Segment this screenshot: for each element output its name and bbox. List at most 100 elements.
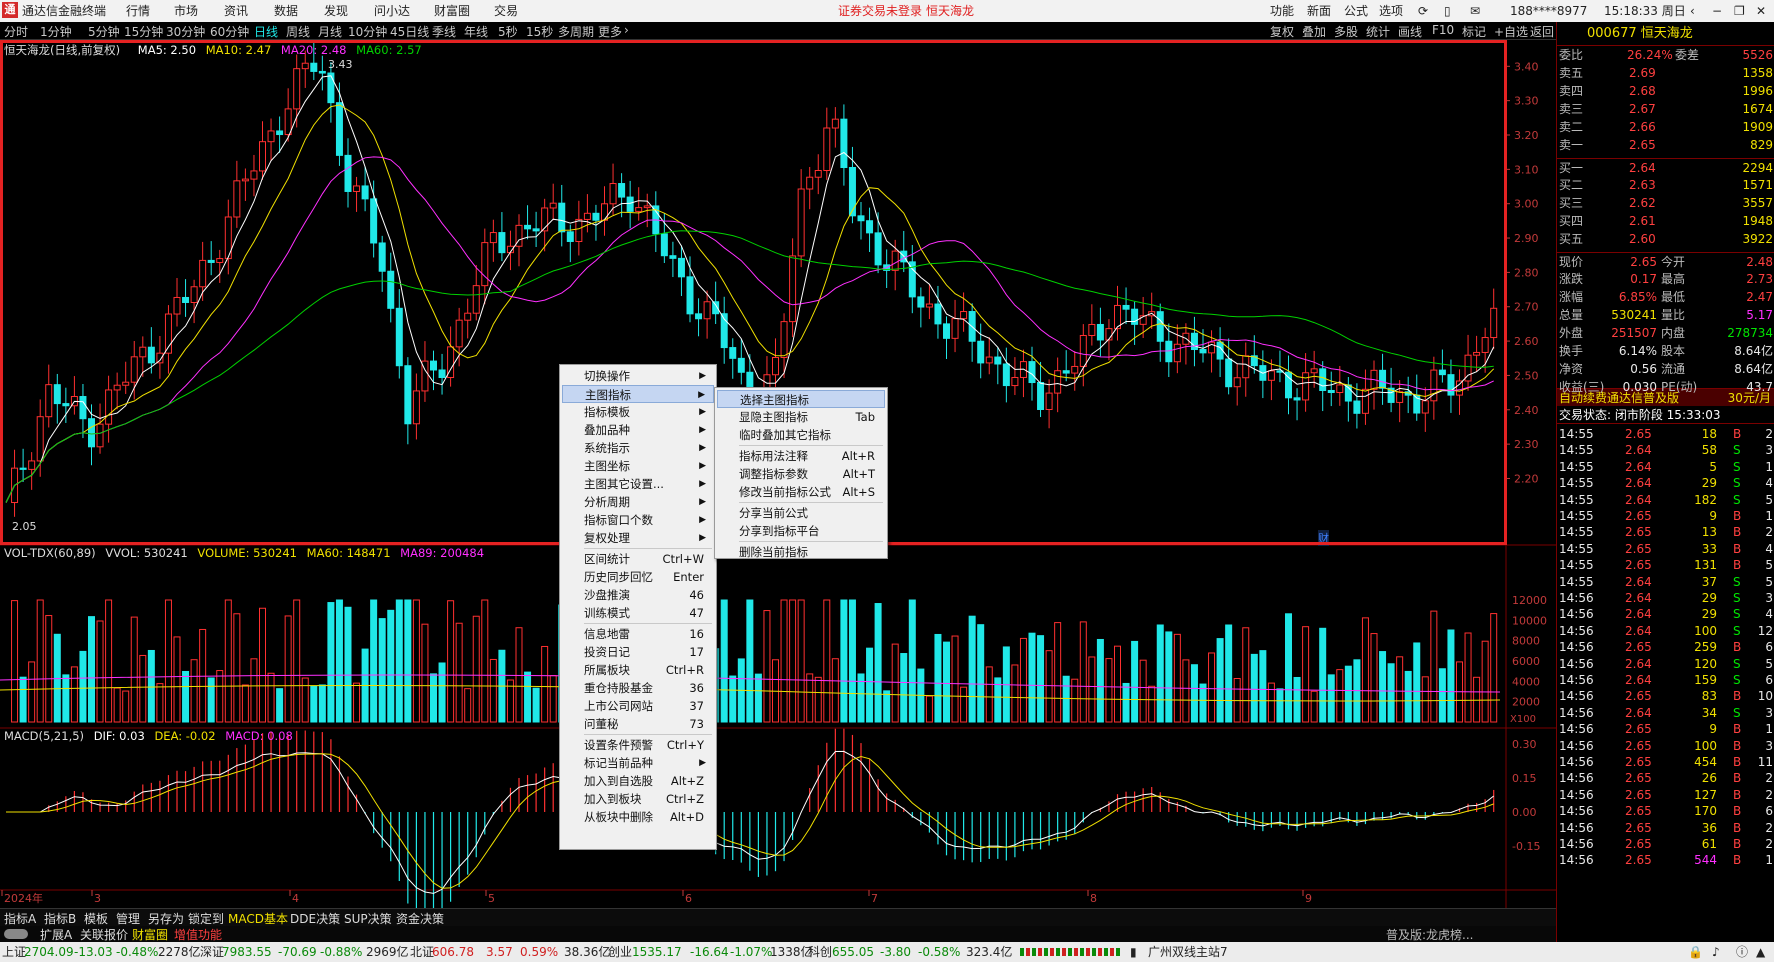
ask-row[interactable]: 卖一 2.65 829 <box>1557 136 1774 154</box>
tab-sup[interactable]: SUP决策 <box>344 910 392 927</box>
tab-indicator-b[interactable]: 指标B <box>44 910 76 927</box>
tray-chart-icon[interactable]: ▲ <box>1756 942 1765 962</box>
tool-huaxian[interactable]: 画线 <box>1398 23 1422 40</box>
menu-shichang[interactable]: 市场 <box>174 3 198 19</box>
tab-caifuquan[interactable]: 财富圈 <box>132 926 168 943</box>
finance-marker[interactable]: 财 <box>1318 530 1329 546</box>
menu-item[interactable]: 分析周期 ▶ <box>562 493 714 511</box>
menu-item[interactable]: 叠加品种 ▶ <box>562 421 714 439</box>
period-1min[interactable]: 1分钟 <box>40 23 72 40</box>
submenu-item[interactable]: 调整指标参数 Alt+T <box>717 465 885 483</box>
tool-back[interactable]: 返回 <box>1530 23 1554 40</box>
menu-item[interactable]: 从板块中删除 Alt+D <box>562 808 714 826</box>
tab-save-as[interactable]: 另存为 <box>148 910 184 927</box>
sh-index[interactable]: 2704.09 <box>24 942 74 962</box>
menu-item[interactable]: 加入到自选股 Alt+Z <box>562 772 714 790</box>
submenu-item[interactable]: 修改当前指标公式 Alt+S <box>717 483 885 501</box>
submenu-item[interactable]: 指标用法注释 Alt+R <box>717 447 885 465</box>
menu-xuanxiang[interactable]: 选项 <box>1379 3 1403 19</box>
refresh-icon[interactable]: ⟳ <box>1418 3 1428 19</box>
tool-duogu[interactable]: 多股 <box>1334 23 1358 40</box>
menu-xinmian[interactable]: 新面 <box>1307 3 1331 19</box>
submenu-item[interactable]: 分享当前公式 <box>717 504 885 522</box>
tool-f10[interactable]: F10 <box>1432 23 1454 37</box>
period-10min[interactable]: 10分钟 <box>348 23 387 40</box>
ask-row[interactable]: 卖五 2.69 1358 <box>1557 64 1774 82</box>
period-15sec[interactable]: 15秒 <box>526 23 553 40</box>
menu-item[interactable]: 设置条件预警 Ctrl+Y <box>562 736 714 754</box>
period-5sec[interactable]: 5秒 <box>498 23 518 40</box>
submenu-item[interactable]: 删除当前指标 <box>717 543 885 561</box>
menu-item[interactable]: 历史同步回忆 Enter <box>562 568 714 586</box>
period-5min[interactable]: 5分钟 <box>88 23 120 40</box>
tab-value-added[interactable]: 增值功能 <box>174 926 222 943</box>
menu-item[interactable]: 问董秘 73 <box>562 715 714 733</box>
period-multi[interactable]: 多周期 <box>558 23 594 40</box>
cy-index[interactable]: 1535.17 <box>632 942 682 962</box>
menu-caifuquan[interactable]: 财富圈 <box>434 3 470 19</box>
tab-related-quote[interactable]: 关联报价 <box>80 926 128 943</box>
tab-lock-to[interactable]: 锁定到 <box>188 910 224 927</box>
ask-row[interactable]: 卖三 2.67 1674 <box>1557 100 1774 118</box>
period-45day[interactable]: 45日线 <box>390 23 429 40</box>
period-fenshi[interactable]: 分时 <box>4 23 28 40</box>
tool-diejia[interactable]: 叠加 <box>1302 23 1326 40</box>
back-arrow-icon[interactable]: ‹ <box>1690 3 1695 19</box>
tool-biaoji[interactable]: 标记 <box>1462 23 1486 40</box>
quote-code-name[interactable]: 000677 恒天海龙 <box>1557 24 1774 44</box>
period-daily[interactable]: 日线 <box>254 23 278 40</box>
period-30min[interactable]: 30分钟 <box>166 23 205 40</box>
server-name[interactable]: 广州双线主站7 <box>1148 942 1228 962</box>
menu-jiaoyi[interactable]: 交易 <box>494 3 518 19</box>
message-icon[interactable]: ✉ <box>1470 3 1480 19</box>
submenu-item[interactable]: 显隐主图指标 Tab <box>717 408 885 426</box>
tray-lock-icon[interactable]: 🔒 <box>1688 942 1703 962</box>
tab-fund[interactable]: 资金决策 <box>396 910 444 927</box>
menu-faxian[interactable]: 发现 <box>324 3 348 19</box>
tool-tongji[interactable]: 统计 <box>1366 23 1390 40</box>
submenu-item[interactable]: 选择主图指标 <box>717 390 885 408</box>
menu-gongshi[interactable]: 公式 <box>1344 3 1368 19</box>
ask-row[interactable]: 卖二 2.66 1909 <box>1557 118 1774 136</box>
menu-item[interactable]: 主图其它设置... ▶ <box>562 475 714 493</box>
menu-item[interactable]: 投资日记 17 <box>562 643 714 661</box>
menu-item[interactable]: 所属板块 Ctrl+R <box>562 661 714 679</box>
tab-extend-a[interactable]: 扩展A <box>40 926 72 943</box>
menu-item[interactable]: 重仓持股基金 36 <box>562 679 714 697</box>
tray-speaker-icon[interactable]: ♪ <box>1712 942 1720 962</box>
tray-info-icon[interactable]: ⓘ <box>1736 942 1748 962</box>
tab-dde[interactable]: DDE决策 <box>290 910 340 927</box>
menu-item[interactable]: 主图坐标 ▶ <box>562 457 714 475</box>
minimize-icon[interactable]: − <box>1712 3 1722 19</box>
menu-item[interactable]: 指标窗口个数 ▶ <box>562 511 714 529</box>
menu-item[interactable]: 加入到板块 Ctrl+Z <box>562 790 714 808</box>
menu-item[interactable]: 切换操作 ▶ <box>562 367 714 385</box>
close-icon[interactable]: ✕ <box>1756 3 1766 19</box>
tool-add-favorite[interactable]: +自选 <box>1494 23 1528 40</box>
menu-item[interactable]: 标记当前品种 ▶ <box>562 754 714 772</box>
sz-index[interactable]: 7983.55 <box>222 942 272 962</box>
period-more[interactable]: 更多 <box>598 23 622 40</box>
menu-shuju[interactable]: 数据 <box>274 3 298 19</box>
menu-item[interactable]: 区间统计 Ctrl+W <box>562 550 714 568</box>
period-more-chevron-icon[interactable]: › <box>624 23 629 37</box>
menu-item[interactable]: 训练模式 47 <box>562 604 714 622</box>
period-weekly[interactable]: 周线 <box>286 23 310 40</box>
tab-indicator-a[interactable]: 指标A <box>4 910 36 927</box>
menu-item[interactable]: 复权处理 ▶ <box>562 529 714 547</box>
period-quarterly[interactable]: 季线 <box>432 23 456 40</box>
menu-item[interactable]: 沙盘推演 46 <box>562 586 714 604</box>
bid-row[interactable]: 买二 2.63 1571 <box>1557 176 1774 194</box>
bid-row[interactable]: 买一 2.64 2294 <box>1557 158 1774 176</box>
menu-zixun[interactable]: 资讯 <box>224 3 248 19</box>
menu-item[interactable]: 指标模板 ▶ <box>562 403 714 421</box>
kc-index[interactable]: 655.05 <box>832 942 874 962</box>
menu-wenxiaoda[interactable]: 问小达 <box>374 3 410 19</box>
tool-fuquan[interactable]: 复权 <box>1270 23 1294 40</box>
submenu-item[interactable]: 分享到指标平台 <box>717 522 885 540</box>
menu-gongneng[interactable]: 功能 <box>1270 3 1294 19</box>
menu-item[interactable]: 主图指标 ▶ <box>562 385 714 403</box>
bid-row[interactable]: 买三 2.62 3557 <box>1557 194 1774 212</box>
bz-index[interactable]: 606.78 <box>432 942 474 962</box>
bid-row[interactable]: 买五 2.60 3922 <box>1557 230 1774 248</box>
